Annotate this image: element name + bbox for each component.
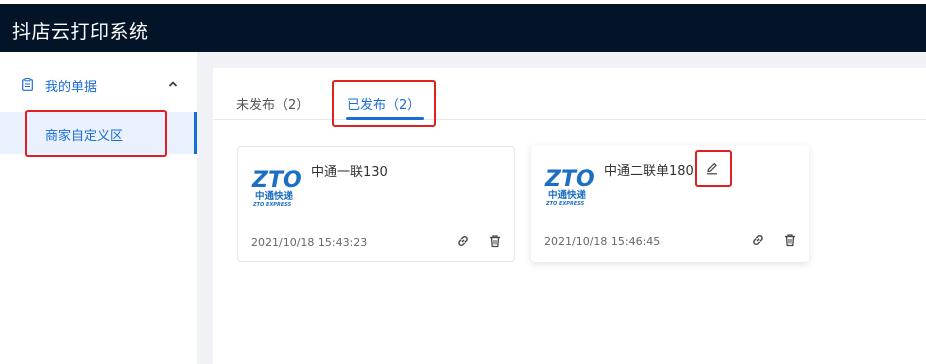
highlight-box-published-tab — [332, 80, 436, 127]
template-name: 中通二联单180 — [604, 164, 694, 179]
chevron-up-icon[interactable] — [168, 80, 178, 88]
zto-logo-sub: 中通快递 — [255, 190, 294, 202]
template-card[interactable]: ZTO 中通快递 ZTO EXPRESS 中通二联单180 2021/10/18… — [531, 146, 809, 262]
trash-icon[interactable] — [488, 234, 502, 248]
template-date: 2021/10/18 15:43:23 — [251, 236, 368, 249]
link-icon[interactable] — [751, 233, 765, 247]
template-card[interactable]: ZTO 中通快递 ZTO EXPRESS 中通一联130 2021/10/18 … — [237, 146, 515, 262]
top-bar: 抖店云打印系统 — [0, 0, 926, 52]
app-title: 抖店云打印系统 — [12, 21, 149, 43]
zto-logo: ZTO 中通快递 ZTO EXPRESS — [544, 167, 595, 207]
zto-logo-sub: 中通快递 — [548, 189, 587, 201]
sidebar-group-label: 我的单据 — [45, 80, 98, 95]
link-icon[interactable] — [456, 234, 470, 248]
zto-logo-caption: ZTO EXPRESS — [252, 202, 292, 208]
main-panel: 未发布（2） 已发布（2） ZTO 中通快递 ZTO EXPRESS 中通一联1… — [213, 68, 926, 364]
highlight-box-edit-icon — [695, 150, 732, 187]
zto-logo-text: ZTO — [544, 167, 595, 192]
sidebar: 我的单据 商家自定义区 — [0, 52, 197, 364]
trash-icon[interactable] — [783, 233, 797, 247]
template-name: 中通一联130 — [311, 165, 388, 180]
sidebar-group-my-documents[interactable]: 我的单据 — [0, 70, 197, 102]
document-icon — [22, 78, 33, 91]
zto-logo-text: ZTO — [251, 168, 302, 193]
tab-bar: 未发布（2） 已发布（2） — [213, 68, 926, 120]
zto-logo-caption: ZTO EXPRESS — [545, 201, 585, 207]
active-indicator — [194, 112, 197, 154]
highlight-box-sidebar-item — [25, 110, 167, 157]
template-date: 2021/10/18 15:46:45 — [544, 235, 661, 248]
tab-unpublished[interactable]: 未发布（2） — [236, 94, 309, 113]
zto-logo: ZTO 中通快递 ZTO EXPRESS — [251, 168, 302, 208]
